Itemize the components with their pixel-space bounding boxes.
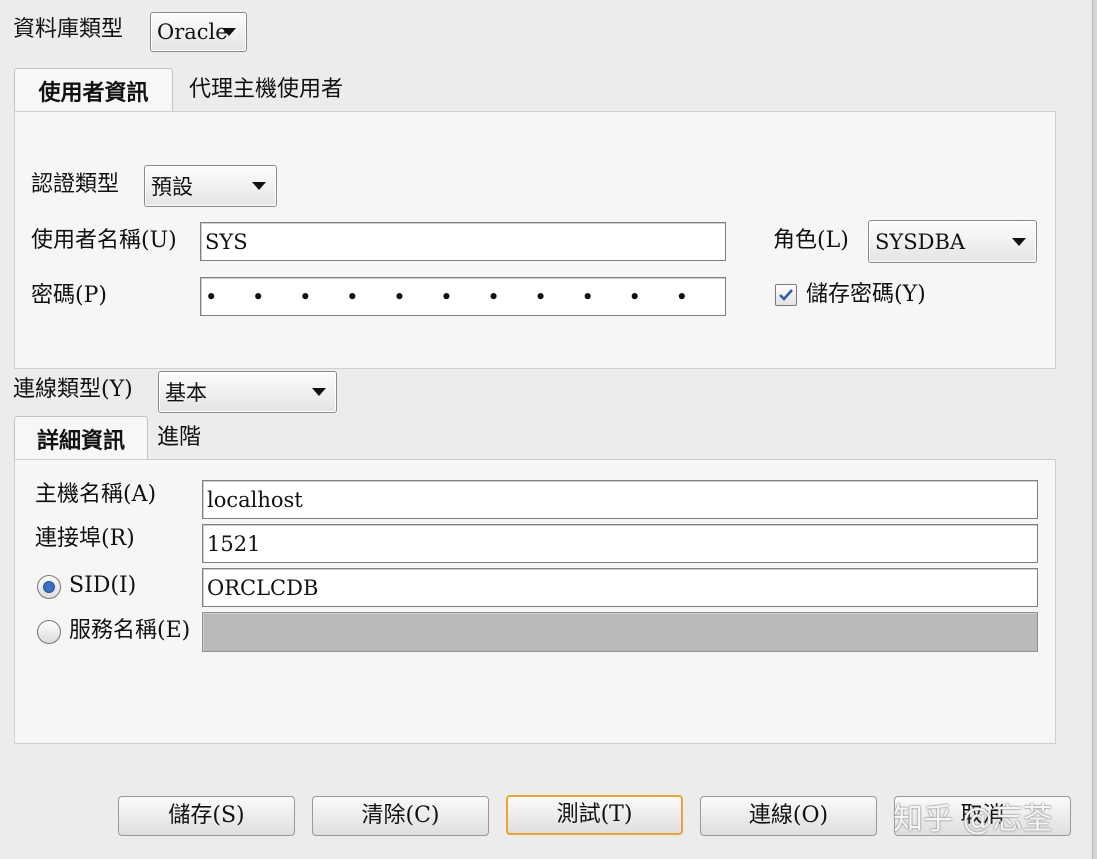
username-value: SYS <box>205 229 248 254</box>
tab-advanced[interactable]: 進階 <box>157 425 201 451</box>
hostname-label: 主機名稱(A) <box>35 482 157 507</box>
service-name-label[interactable]: 服務名稱(E) <box>69 618 190 644</box>
password-mask: • • • • • • • • • • • <box>205 284 703 309</box>
port-input[interactable]: 1521 <box>202 524 1038 563</box>
password-label: 密碼(P) <box>31 283 107 308</box>
role-value: SYSDBA <box>875 229 966 254</box>
clear-button[interactable]: 清除(C) <box>312 796 489 836</box>
database-type-value: Oracle <box>157 20 228 44</box>
database-type-dropdown[interactable]: Oracle <box>150 12 247 52</box>
password-input[interactable]: • • • • • • • • • • • <box>200 277 726 316</box>
connection-type-dropdown[interactable]: 基本 <box>158 371 337 413</box>
sid-input[interactable]: ORCLCDB <box>202 568 1038 607</box>
sid-value: ORCLCDB <box>207 575 319 600</box>
tab-user-info-label: 使用者資訊 <box>38 79 149 106</box>
username-label: 使用者名稱(U) <box>31 228 177 253</box>
auth-type-label: 認證類型 <box>31 172 120 197</box>
connection-type-label: 連線類型(Y) <box>13 377 133 402</box>
port-value: 1521 <box>207 531 261 556</box>
username-input[interactable]: SYS <box>200 222 726 261</box>
test-button[interactable]: 測試(T) <box>506 795 683 835</box>
tab-proxy-user[interactable]: 代理主機使用者 <box>189 77 343 103</box>
watermark: 知乎 @忘荃 <box>893 802 1053 837</box>
save-button[interactable]: 儲存(S) <box>118 796 295 836</box>
role-dropdown[interactable]: SYSDBA <box>868 220 1037 263</box>
chevron-down-icon <box>312 388 326 396</box>
sid-radio[interactable] <box>37 575 61 599</box>
connect-button[interactable]: 連線(O) <box>700 796 877 836</box>
tab-details[interactable]: 詳細資訊 <box>14 416 148 460</box>
auth-type-value: 預設 <box>151 175 193 199</box>
hostname-input[interactable]: localhost <box>202 480 1038 519</box>
tab-details-label: 詳細資訊 <box>36 427 125 454</box>
connection-type-value: 基本 <box>165 381 207 405</box>
save-password-checkbox[interactable] <box>775 284 797 306</box>
port-label: 連接埠(R) <box>35 526 135 551</box>
chevron-down-icon <box>1012 237 1026 246</box>
radio-selected-icon <box>44 582 54 592</box>
chevron-down-icon <box>222 28 236 36</box>
hostname-value: localhost <box>207 487 303 512</box>
auth-type-dropdown[interactable]: 預設 <box>144 165 277 207</box>
tab-user-info[interactable]: 使用者資訊 <box>14 68 173 112</box>
database-type-label: 資料庫類型 <box>13 17 124 42</box>
chevron-down-icon <box>252 182 266 190</box>
service-name-input <box>202 612 1038 652</box>
check-icon <box>779 289 793 301</box>
save-password-label[interactable]: 儲存密碼(Y) <box>806 282 926 308</box>
window-edge <box>1092 0 1097 859</box>
role-label: 角色(L) <box>773 228 849 253</box>
service-name-radio[interactable] <box>37 620 61 644</box>
sid-label[interactable]: SID(I) <box>69 573 136 599</box>
